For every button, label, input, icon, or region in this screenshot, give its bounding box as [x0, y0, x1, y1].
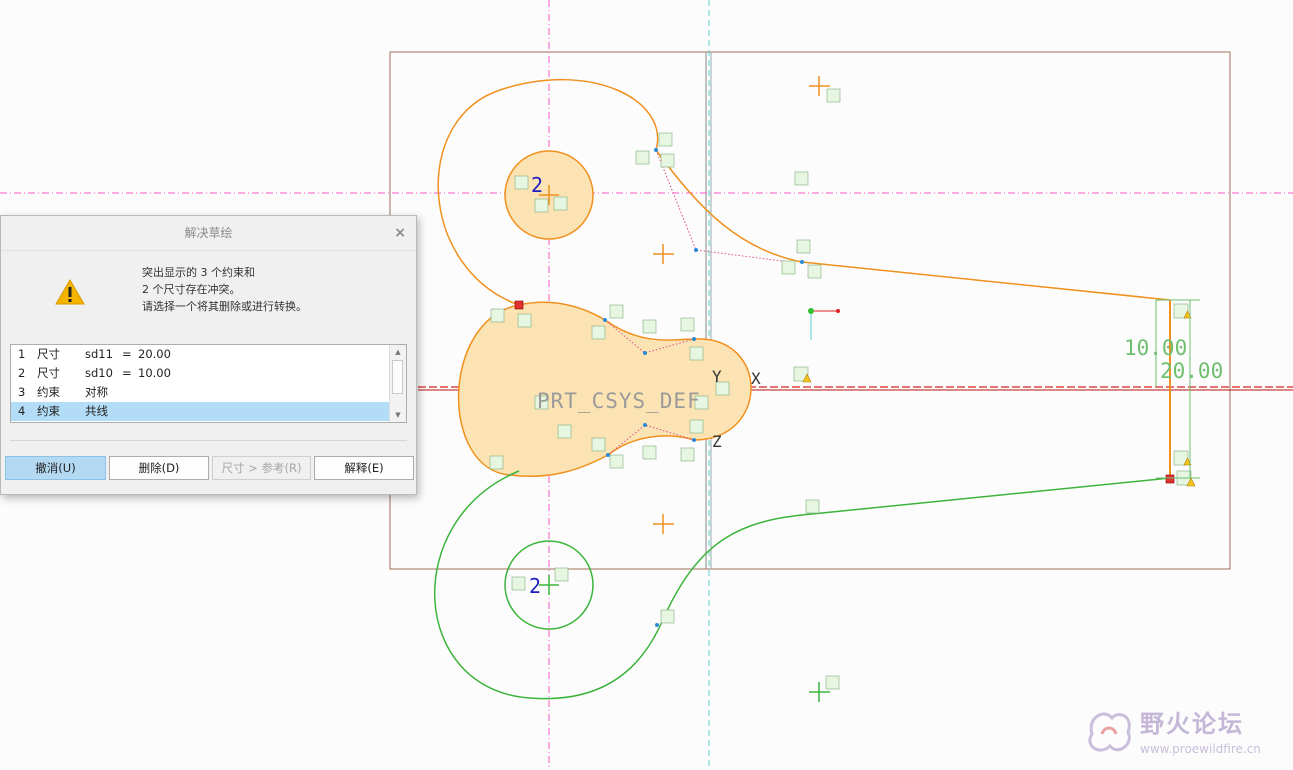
- resolve-sketch-dialog: 解决草绘 × 突出显示的 3 个约束和 2 个尺寸存在冲突。 请选择一个将其删除…: [0, 215, 417, 495]
- axis-z-label: Z: [712, 432, 722, 451]
- green-crosshairs: [539, 575, 830, 702]
- message-line: 2 个尺寸存在冲突。: [142, 283, 241, 296]
- scroll-thumb[interactable]: [392, 360, 403, 394]
- endpoint-marker[interactable]: [1165, 474, 1175, 484]
- top-tangent-line[interactable]: [801, 261, 1171, 301]
- scroll-up-icon[interactable]: ▲: [390, 345, 406, 359]
- divider: [10, 440, 407, 441]
- bottom-tangent-line[interactable]: [811, 477, 1171, 515]
- watermark: 野火论坛 www.proewildfire.cn: [1082, 700, 1282, 762]
- delete-button[interactable]: 删除(D): [109, 456, 209, 480]
- close-icon[interactable]: ×: [394, 216, 406, 250]
- top-outer-arc[interactable]: [437, 78, 803, 306]
- csys-label: PRT_CSYS_DEF: [537, 389, 701, 413]
- dialog-title: 解决草绘: [184, 226, 233, 240]
- warning-icon: [55, 279, 85, 305]
- list-item[interactable]: 2 尺寸 sd10 = 10.00: [11, 364, 406, 383]
- dimension-10[interactable]: 10.00: [1124, 336, 1187, 360]
- undo-button[interactable]: 撤消(U): [5, 456, 106, 480]
- dimension-20[interactable]: 20.00: [1160, 359, 1223, 383]
- conflict-list[interactable]: 1 尺寸 sd11 = 20.00 2 尺寸 sd10 = 10.00 3 约束…: [10, 344, 407, 423]
- list-item-selected[interactable]: 4 约束 共线: [11, 402, 406, 421]
- equal-radius-label-top[interactable]: 2: [531, 173, 543, 197]
- list-item[interactable]: 1 尺寸 sd11 = 20.00: [11, 345, 406, 364]
- endpoint-marker[interactable]: [514, 300, 524, 310]
- message-line: 突出显示的 3 个约束和: [142, 266, 255, 279]
- dialog-title-bar: 解决草绘 ×: [1, 216, 416, 251]
- construction-dotted: [655, 149, 791, 263]
- scroll-down-icon[interactable]: ▼: [390, 408, 406, 422]
- watermark-url: www.proewildfire.cn: [1140, 742, 1261, 756]
- axis-x-label: X: [751, 369, 761, 388]
- equal-radius-label-bottom[interactable]: 2: [529, 574, 541, 598]
- message-line: 请选择一个将其删除或进行转换。: [142, 300, 307, 313]
- list-scrollbar[interactable]: ▲ ▼: [389, 345, 406, 422]
- explain-button[interactable]: 解释(E): [314, 456, 414, 480]
- axis-y-label: Y: [712, 367, 722, 386]
- csys-marker: [808, 308, 840, 340]
- bottom-outer-arc[interactable]: [433, 470, 813, 700]
- watermark-logo-icon: [1088, 712, 1131, 752]
- list-item[interactable]: 3 约束 对称: [11, 383, 406, 402]
- watermark-name: 野火论坛: [1140, 710, 1244, 738]
- convert-to-reference-button[interactable]: 尺寸 > 参考(R): [212, 456, 311, 480]
- conflict-message: 突出显示的 3 个约束和 2 个尺寸存在冲突。 请选择一个将其删除或进行转换。: [142, 264, 307, 315]
